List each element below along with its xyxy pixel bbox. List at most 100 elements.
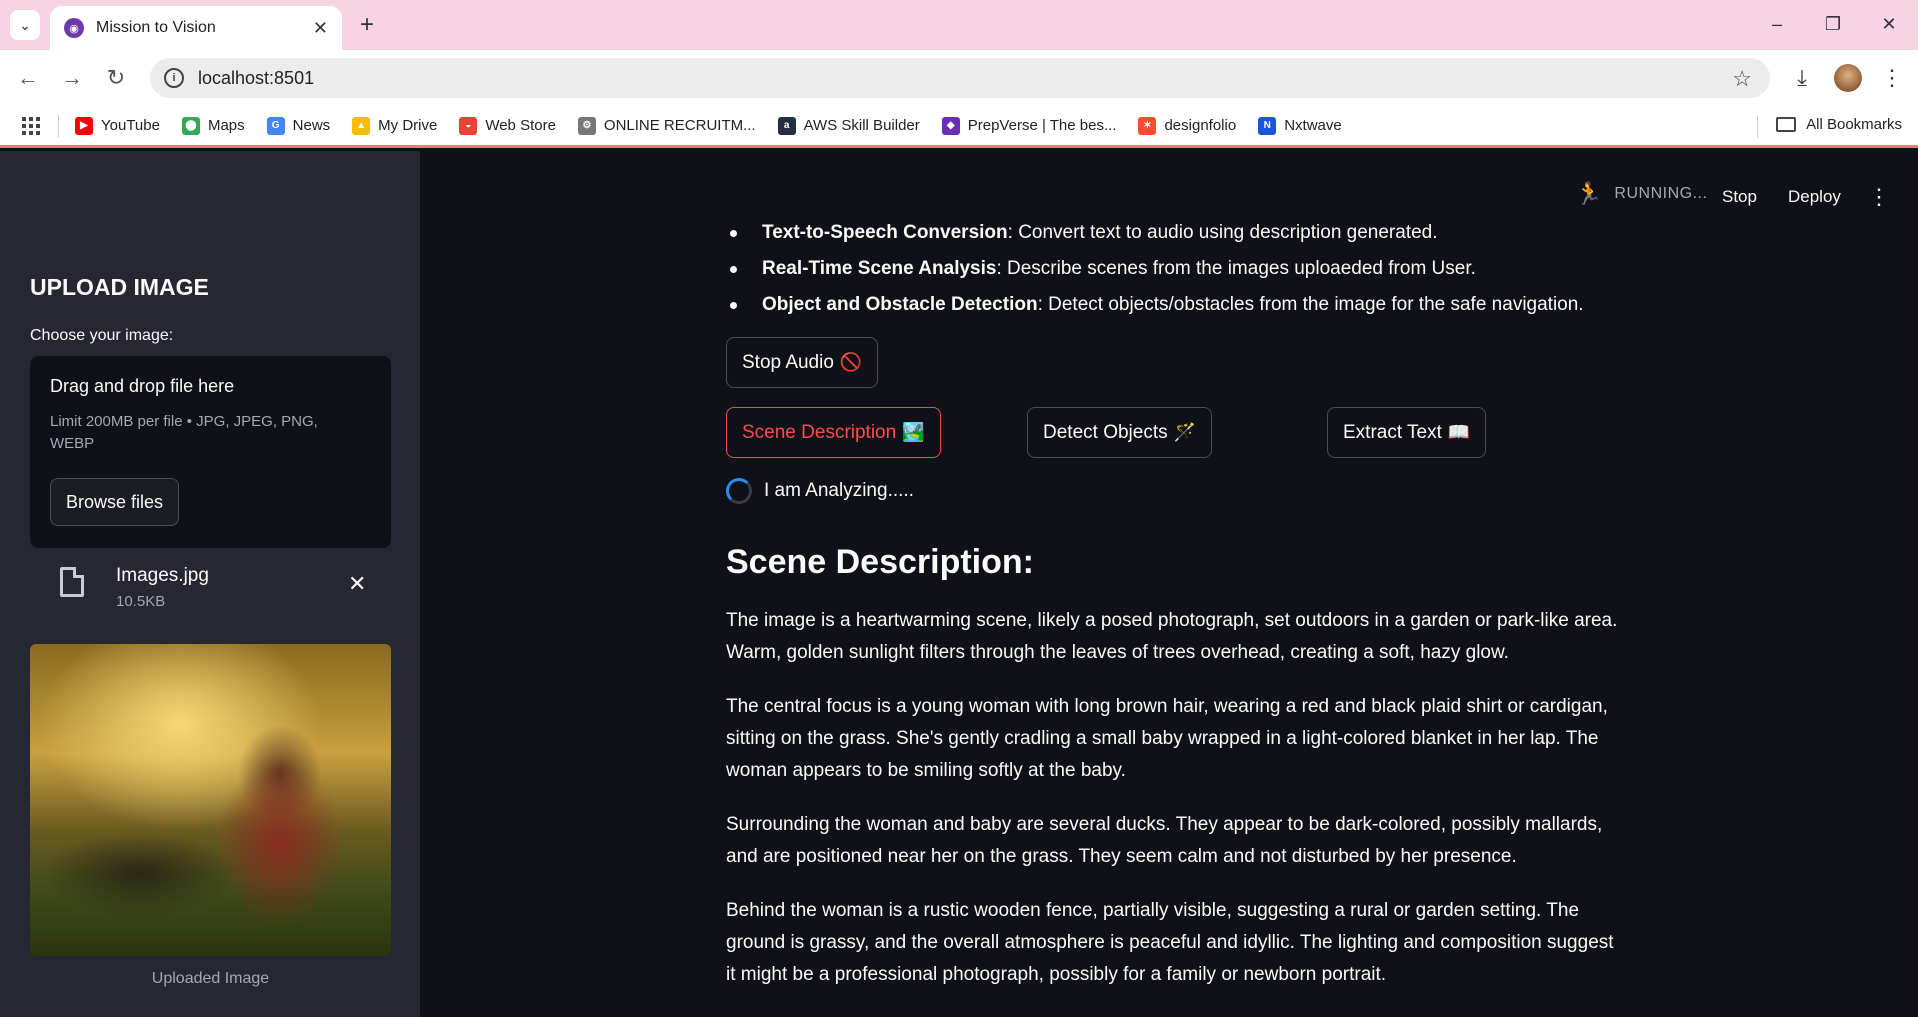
bookmark-designfolio[interactable]: ✶ designfolio [1138, 116, 1237, 135]
reload-icon: ↻ [106, 65, 126, 90]
downloads-button[interactable]: ⤓ [1786, 62, 1818, 94]
browser-tab-strip: ⌄ ◉ Mission to Vision ✕ + – ❐ ✕ [0, 0, 1918, 50]
file-size: 10.5KB [116, 593, 166, 610]
analyzing-spinner: I am Analyzing..... [726, 478, 914, 504]
feature-title: Real-Time Scene Analysis [762, 258, 997, 279]
all-bookmarks-label: All Bookmarks [1806, 116, 1902, 133]
scene-description-button[interactable]: Scene Description 🏞️ [726, 407, 941, 458]
stop-audio-button[interactable]: Stop Audio 🚫 [726, 337, 879, 388]
back-button[interactable]: ← [12, 62, 44, 94]
feature-text: : Detect objects/obstacles from the imag… [1037, 294, 1584, 315]
bookmark-star-icon[interactable]: ☆ [1732, 66, 1752, 92]
address-bar[interactable]: i localhost:8501 ☆ [150, 58, 1770, 98]
main-menu-icon[interactable]: ⋮ [1868, 184, 1890, 210]
bookmark-prepverse[interactable]: ◆ PrepVerse | The bes... [941, 116, 1117, 135]
tab-search-button[interactable]: ⌄ [10, 10, 40, 40]
list-item: Object and Obstacle Detection: Detect ob… [726, 287, 1584, 323]
bookmark-label: designfolio [1164, 117, 1237, 134]
browser-menu-button[interactable]: ⋮ [1876, 62, 1908, 94]
download-icon: ⤓ [1797, 65, 1807, 90]
reload-button[interactable]: ↻ [100, 62, 132, 94]
new-tab-button[interactable]: + [352, 10, 382, 40]
tab-title: Mission to Vision [96, 19, 216, 36]
button-label: Scene Description [742, 421, 897, 443]
uploaded-file-row: Images.jpg 10.5KB ✕ [30, 551, 391, 623]
news-icon: G [266, 116, 285, 135]
recruitment-icon: ⚙ [577, 116, 596, 135]
bookmark-news[interactable]: G News [266, 116, 331, 135]
landscape-icon: 🏞️ [902, 422, 925, 442]
scene-paragraph: The image is a heartwarming scene, likel… [726, 610, 1618, 663]
browser-toolbar: ← → ↻ i localhost:8501 ☆ ⤓ ⋮ [0, 50, 1918, 106]
bookmark-label: PrepVerse | The bes... [967, 117, 1117, 134]
running-man-icon: 🏃 [1575, 181, 1603, 206]
apps-grid-icon[interactable] [22, 116, 40, 135]
list-item: Real-Time Scene Analysis: Describe scene… [726, 251, 1584, 287]
close-window-button[interactable]: ✕ [1866, 8, 1912, 40]
youtube-icon: ▶ [75, 116, 93, 135]
minimize-button[interactable]: – [1754, 8, 1800, 40]
arrow-right-icon: → [61, 65, 83, 90]
sidebar: UPLOAD IMAGE Choose your image: Drag and… [0, 151, 420, 1017]
stop-button[interactable]: Stop [1722, 187, 1757, 207]
browser-tab[interactable]: ◉ Mission to Vision ✕ [50, 6, 342, 50]
bookmark-maps[interactable]: ⬤ Maps [181, 116, 245, 135]
bookmark-nxtwave[interactable]: N Nxtwave [1258, 116, 1342, 135]
chevron-down-icon: ⌄ [19, 16, 31, 33]
uploader-label: Choose your image: [30, 327, 174, 344]
file-dropzone[interactable]: Drag and drop file here Limit 200MB per … [30, 356, 391, 548]
bookmark-online-recruitment[interactable]: ⚙ ONLINE RECRUITM... [577, 116, 756, 135]
extract-text-button[interactable]: Extract Text 📖 [1327, 407, 1487, 458]
bookmark-label: News [292, 117, 331, 134]
detect-objects-button[interactable]: Detect Objects 🪄 [1027, 407, 1213, 458]
feature-text: : Describe scenes from the images uploae… [996, 258, 1476, 279]
dropzone-title: Drag and drop file here [50, 376, 235, 396]
all-bookmarks-button[interactable]: All Bookmarks [1776, 116, 1902, 133]
profile-avatar[interactable] [1834, 64, 1862, 92]
deploy-button[interactable]: Deploy [1788, 187, 1841, 207]
feature-list: Text-to-Speech Conversion: Convert text … [726, 215, 1584, 323]
spinner-icon [726, 478, 752, 504]
file-icon [60, 567, 84, 597]
kebab-menu-icon: ⋮ [1881, 65, 1903, 90]
app-favicon-icon: ◉ [64, 18, 84, 38]
site-info-icon[interactable]: i [164, 68, 184, 88]
no-entry-icon: 🚫 [839, 352, 863, 372]
bookmark-label: My Drive [378, 117, 438, 134]
prepverse-icon: ◆ [941, 116, 960, 135]
restore-button[interactable]: ❐ [1810, 8, 1856, 40]
bookmark-separator [58, 114, 59, 137]
bookmark-separator [1757, 116, 1758, 138]
main-content: 🏃 RUNNING... Stop Deploy ⋮ Text-to-Speec… [420, 151, 1918, 1017]
folder-icon [1776, 117, 1797, 132]
bookmark-web-store[interactable]: ◒ Web Store [459, 116, 556, 135]
remove-file-icon[interactable]: ✕ [348, 571, 366, 597]
list-item: Text-to-Speech Conversion: Convert text … [726, 215, 1584, 251]
running-status: 🏃 RUNNING... [1575, 181, 1707, 207]
arrow-left-icon: ← [17, 65, 39, 90]
browse-files-button[interactable]: Browse files [50, 478, 180, 526]
image-caption: Uploaded Image [151, 970, 270, 987]
bookmark-youtube[interactable]: ▶ YouTube [75, 116, 160, 135]
feature-title: Object and Obstacle Detection [762, 294, 1038, 315]
feature-text: : Convert text to audio using descriptio… [1007, 222, 1438, 243]
bookmark-aws-skill-builder[interactable]: a AWS Skill Builder [777, 116, 920, 135]
spinner-text: I am Analyzing..... [764, 480, 914, 501]
feature-title: Text-to-Speech Conversion [762, 222, 1008, 243]
close-tab-icon[interactable]: ✕ [313, 18, 328, 39]
webstore-icon: ◒ [459, 116, 478, 135]
dropzone-limit: Limit 200MB per file • JPG, JPEG, PNG, W… [50, 413, 318, 452]
button-label: Detect Objects [1043, 421, 1168, 443]
scene-paragraph: The central focus is a young woman with … [726, 696, 1608, 781]
uploaded-image-preview [30, 644, 391, 956]
bookmark-label: AWS Skill Builder [803, 117, 920, 134]
bookmark-my-drive[interactable]: ▲ My Drive [352, 116, 438, 135]
scene-paragraph: Behind the woman is a rustic wooden fenc… [726, 900, 1614, 985]
file-name: Images.jpg [116, 565, 209, 586]
scene-description-title: Scene Description: [726, 543, 1034, 581]
bookmark-label: ONLINE RECRUITM... [603, 117, 756, 134]
bookmark-label: YouTube [101, 117, 160, 134]
aws-icon: a [777, 116, 796, 135]
forward-button[interactable]: → [56, 62, 88, 94]
button-label: Stop Audio [742, 351, 834, 373]
